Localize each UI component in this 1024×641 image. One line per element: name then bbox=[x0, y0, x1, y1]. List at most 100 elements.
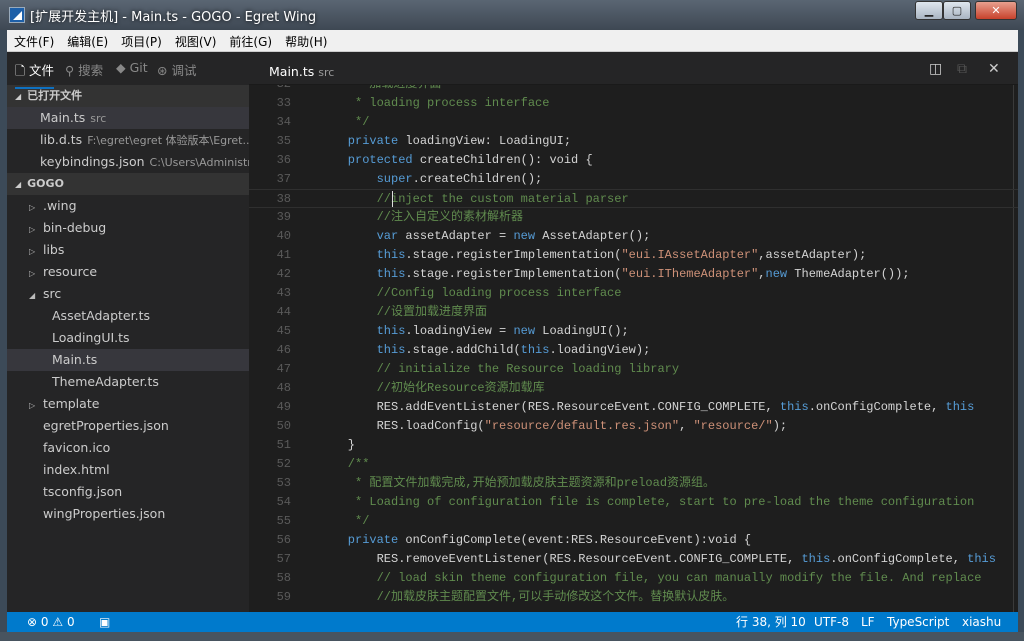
encoding[interactable]: UTF-8 bbox=[814, 612, 849, 632]
tree-item[interactable]: tsconfig.json bbox=[7, 481, 249, 503]
menu-help[interactable]: 帮助(H) bbox=[278, 30, 333, 52]
tree-item[interactable]: AssetAdapter.ts bbox=[7, 305, 249, 327]
code-line: 32 * 加载进度界面 bbox=[249, 85, 1018, 94]
code-token: , bbox=[758, 267, 766, 281]
expand-arrow-icon: ▷ bbox=[29, 225, 36, 234]
code-token: private bbox=[319, 134, 399, 148]
line-number: 56 bbox=[276, 533, 291, 547]
line-number: 32 bbox=[249, 85, 291, 94]
code-line: 39 //注入自定义的素材解析器 bbox=[249, 208, 1018, 227]
project-header[interactable]: ◢ GOGO bbox=[7, 173, 249, 195]
tree-item-label: index.html bbox=[42, 462, 110, 477]
code-token: AssetAdapter(); bbox=[535, 229, 651, 243]
file-icon: 🗋 bbox=[15, 63, 26, 78]
tree-item-label: tsconfig.json bbox=[42, 484, 123, 499]
tree-item-label: resource bbox=[42, 264, 98, 279]
code-line: 40 var assetAdapter = new AssetAdapter()… bbox=[249, 227, 1018, 246]
git-icon: ◆ bbox=[116, 60, 126, 75]
code-line: 46 this.stage.addChild(this.loadingView)… bbox=[249, 341, 1018, 360]
code-token: this bbox=[319, 267, 406, 281]
code-text: * 配置文件加载完成,开始预加载皮肤主题资源和preload资源组。 bbox=[319, 474, 715, 493]
line-number: 58 bbox=[276, 571, 291, 585]
line-ending[interactable]: LF bbox=[861, 612, 875, 632]
code-line: 54 * Loading of configuration file is co… bbox=[249, 493, 1018, 512]
tree-item[interactable]: ▷ libs bbox=[7, 239, 249, 261]
code-token: //设置加载进度界面 bbox=[319, 305, 488, 319]
tree-item[interactable]: egretProperties.json bbox=[7, 415, 249, 437]
code-token: */ bbox=[319, 115, 370, 129]
tree-item[interactable]: ThemeAdapter.ts bbox=[7, 371, 249, 393]
menu-edit[interactable]: 编辑(E) bbox=[60, 30, 114, 52]
split-editor-icon[interactable]: ◫ bbox=[929, 61, 942, 77]
close-tab-icon[interactable]: ✕ bbox=[988, 61, 1000, 77]
tree-item[interactable]: LoadingUI.ts bbox=[7, 327, 249, 349]
tab-git[interactable]: ◆ Git bbox=[116, 60, 148, 75]
code-token: .loadingView); bbox=[549, 343, 651, 357]
minimize-button[interactable]: ▁ bbox=[915, 1, 943, 20]
code-token: * 加载进度界面 bbox=[319, 85, 441, 91]
code-token: RES.addEventListener(RES.ResourceEvent.C… bbox=[319, 400, 780, 414]
menu-view[interactable]: 视图(V) bbox=[168, 30, 223, 52]
line-number: 44 bbox=[276, 305, 291, 319]
tree-item[interactable]: favicon.ico bbox=[7, 437, 249, 459]
open-preview-icon[interactable]: ⧉ bbox=[957, 61, 967, 77]
code-area[interactable]: 32 * 加载进度界面33 * loading process interfac… bbox=[249, 85, 1018, 612]
code-token: this bbox=[967, 552, 996, 566]
tree-item[interactable]: ▷ resource bbox=[7, 261, 249, 283]
tree-item[interactable]: wingProperties.json bbox=[7, 503, 249, 525]
tab-debug[interactable]: ⊛ 调试 bbox=[157, 60, 196, 79]
problems-indicator[interactable]: ⊗ 0 ⚠ 0 bbox=[27, 612, 75, 632]
code-text: this.stage.addChild(this.loadingView); bbox=[319, 341, 651, 360]
warning-count: 0 bbox=[66, 615, 75, 629]
egret-wing-logo-icon bbox=[9, 7, 25, 23]
code-text: //注入自定义的素材解析器 bbox=[319, 208, 523, 227]
file-path-hint: F:\egret\egret 体验版本\Egret... bbox=[87, 134, 249, 147]
maximize-button[interactable]: ▢ bbox=[943, 1, 971, 20]
code-line: 43 //Config loading process interface bbox=[249, 284, 1018, 303]
open-file-item[interactable]: Main.ts src bbox=[7, 107, 249, 129]
line-number: 39 bbox=[276, 210, 291, 224]
cursor-position[interactable]: 行 38, 列 10 bbox=[736, 612, 806, 632]
code-line: 52 /** bbox=[249, 455, 1018, 474]
menu-goto[interactable]: 前往(G) bbox=[222, 30, 278, 52]
code-text: this.stage.registerImplementation("eui.I… bbox=[319, 246, 867, 265]
terminal-icon[interactable]: ▣ bbox=[99, 612, 110, 632]
user-name[interactable]: xiashu bbox=[962, 612, 1001, 632]
open-file-item[interactable]: lib.d.ts F:\egret\egret 体验版本\Egret... bbox=[7, 129, 249, 151]
collapse-triangle-icon: ◢ bbox=[15, 92, 22, 101]
expand-arrow-icon: ◢ bbox=[29, 291, 36, 300]
tree-item[interactable]: ▷ bin-debug bbox=[7, 217, 249, 239]
code-text: //Config loading process interface bbox=[319, 284, 622, 303]
tab-search[interactable]: ⚲ 搜索 bbox=[65, 60, 103, 79]
line-number: 59 bbox=[276, 590, 291, 604]
code-text: RES.addEventListener(RES.ResourceEvent.C… bbox=[319, 398, 975, 417]
language-mode[interactable]: TypeScript bbox=[887, 612, 949, 632]
code-text: * loading process interface bbox=[319, 94, 549, 113]
tree-item[interactable]: ◢ src bbox=[7, 283, 249, 305]
menu-bar: 文件(F) 编辑(E) 项目(P) 视图(V) 前往(G) 帮助(H) bbox=[7, 30, 1018, 52]
code-text: * 加载进度界面 bbox=[319, 85, 441, 94]
code-line: 44 //设置加载进度界面 bbox=[249, 303, 1018, 322]
tab-label: 文件 bbox=[29, 63, 55, 78]
code-token: this bbox=[945, 400, 975, 414]
tree-item[interactable]: index.html bbox=[7, 459, 249, 481]
tree-item[interactable]: Main.ts bbox=[7, 349, 249, 371]
tree-item[interactable]: ▷ .wing bbox=[7, 195, 249, 217]
line-number: 50 bbox=[276, 419, 291, 433]
code-line: 50 RES.loadConfig("resource/default.res.… bbox=[249, 417, 1018, 436]
code-line: 45 this.loadingView = new LoadingUI(); bbox=[249, 322, 1018, 341]
code-token: assetAdapter = bbox=[398, 229, 514, 243]
code-token: "resource/" bbox=[693, 419, 773, 433]
close-window-button[interactable]: ✕ bbox=[975, 1, 1017, 20]
tree-item[interactable]: ▷ template bbox=[7, 393, 249, 415]
open-file-item[interactable]: keybindings.json C:\Users\Administr... bbox=[7, 151, 249, 173]
tab-files[interactable]: 🗋 文件 bbox=[15, 60, 55, 89]
tab-main-ts[interactable]: Main.ts src bbox=[269, 64, 334, 79]
tab-label: 搜索 bbox=[78, 63, 104, 78]
tree-item-label: wingProperties.json bbox=[42, 506, 166, 521]
menu-file[interactable]: 文件(F) bbox=[7, 30, 60, 52]
code-token: onConfigComplete(event:RES.ResourceEvent… bbox=[398, 533, 752, 547]
line-number: 35 bbox=[276, 134, 291, 148]
menu-project[interactable]: 项目(P) bbox=[114, 30, 168, 52]
code-text: var assetAdapter = new AssetAdapter(); bbox=[319, 227, 651, 246]
